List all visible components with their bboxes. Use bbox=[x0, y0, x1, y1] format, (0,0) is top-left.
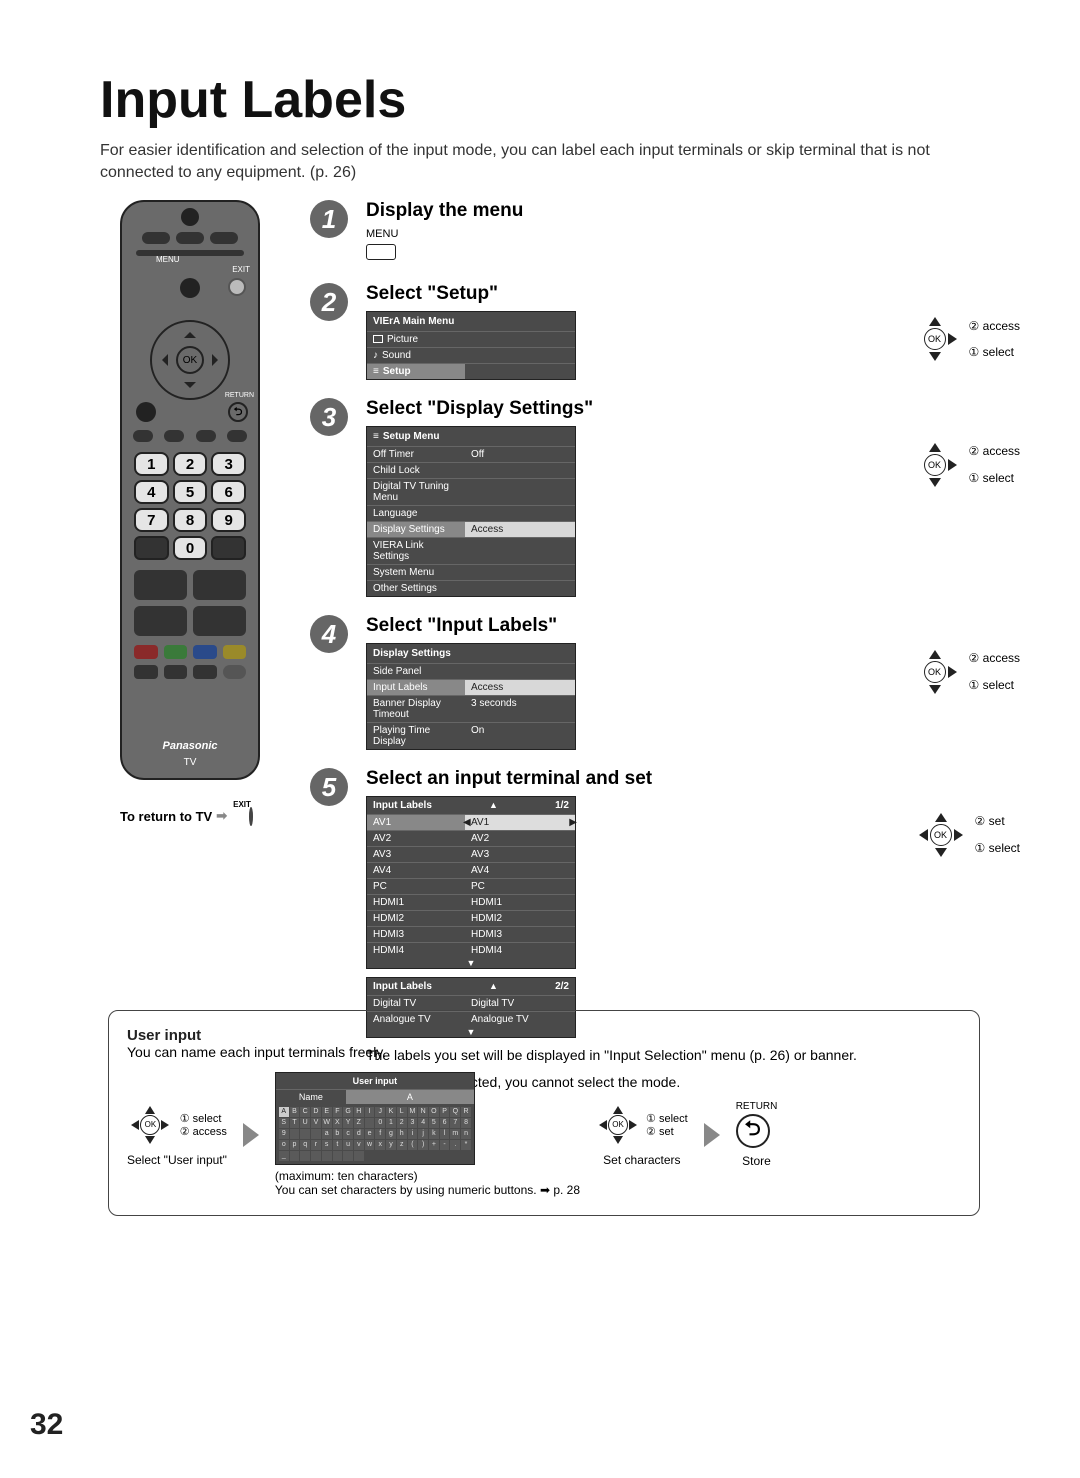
step-3: 3 Select "Display Settings" ≡Setup Menu … bbox=[310, 398, 1000, 597]
remote-dpad: OK bbox=[150, 320, 230, 400]
step-1-title: Display the menu bbox=[366, 200, 1000, 222]
remote-exit-button bbox=[228, 278, 246, 296]
remote-menu-label: MENU bbox=[156, 255, 180, 264]
remote-illustration: MENU EXIT OK RETURN ⮌ 123 456 789 0 Pana… bbox=[120, 200, 260, 780]
menu-button-icon bbox=[366, 244, 396, 260]
step-5-title: Select an input terminal and set bbox=[366, 768, 1000, 790]
remote-tv-label: TV bbox=[120, 757, 260, 768]
remote-exit-label: EXIT bbox=[232, 265, 250, 274]
page-intro: For easier identification and selection … bbox=[100, 140, 980, 183]
user-input-box: User input You can name each input termi… bbox=[108, 1010, 980, 1216]
user-flow-step-4: RETURN ⮌ Store bbox=[736, 1101, 778, 1168]
remote-brand: Panasonic bbox=[120, 740, 260, 752]
return-to-tv-hint: To return to TV ➡ EXIT bbox=[120, 808, 253, 824]
remote-return-button: ⮌ bbox=[228, 402, 248, 422]
flow-arrow-icon bbox=[243, 1123, 259, 1147]
user-flow-step-1: OK ① select② access Select "User input" bbox=[127, 1103, 227, 1167]
step-2-title: Select "Setup" bbox=[366, 283, 1000, 305]
page-title: Input Labels bbox=[100, 70, 980, 130]
remote-ok-button: OK bbox=[176, 346, 204, 374]
page-number: 32 bbox=[30, 1408, 63, 1442]
flow-arrow-icon bbox=[704, 1123, 720, 1147]
step-2: 2 Select "Setup" VIErA Main Menu Picture… bbox=[310, 283, 1000, 380]
step-4-title: Select "Input Labels" bbox=[366, 615, 1000, 637]
display-settings-panel: Display Settings Side Panel Input Labels… bbox=[366, 643, 576, 750]
step-1: 1 Display the menu MENU bbox=[310, 200, 1000, 265]
main-menu-panel: VIErA Main Menu Picture ♪Sound ≡Setup bbox=[366, 311, 576, 380]
user-input-intro: You can name each input terminals freely… bbox=[127, 1044, 961, 1060]
user-input-title: User input bbox=[127, 1027, 961, 1044]
step-4: 4 Select "Input Labels" Display Settings… bbox=[310, 615, 1000, 750]
setup-menu-panel: ≡Setup Menu Off TimerOff Child Lock Digi… bbox=[366, 426, 576, 597]
remote-menu-button bbox=[180, 278, 200, 298]
remote-keypad: 123 456 789 0 bbox=[134, 452, 246, 560]
remote-return-label: RETURN bbox=[225, 392, 254, 399]
input-labels-panel-1: Input Labels▲1/2 AV1◀AV1▶ AV2AV2 AV3AV3 … bbox=[366, 796, 576, 969]
user-flow-step-2: User input NameA ABCDEFGHIJKLMNOPQRST UV… bbox=[275, 1072, 580, 1197]
user-flow-step-3: OK ① select② set Set characters bbox=[596, 1103, 688, 1167]
return-icon: ⮌ bbox=[736, 1114, 770, 1148]
step-3-title: Select "Display Settings" bbox=[366, 398, 1000, 420]
